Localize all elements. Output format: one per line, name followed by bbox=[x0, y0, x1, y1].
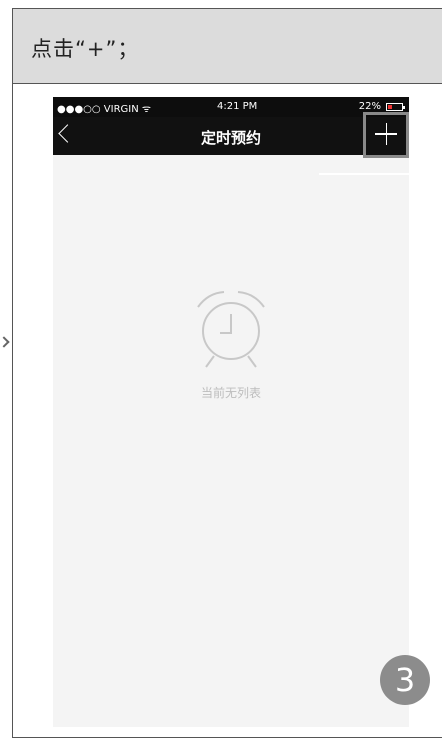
page-title: 定时预约 bbox=[200, 129, 261, 147]
instruction-header: 点击“+”； bbox=[13, 9, 442, 84]
battery-percent: 22% bbox=[358, 101, 381, 112]
step-number-badge: 3 bbox=[380, 655, 430, 705]
nav-bar: 定时预约 bbox=[53, 117, 409, 175]
carrier-label: ●●●○○ VIRGIN ᯤ bbox=[57, 104, 152, 115]
instruction-text: 点击“+”； bbox=[31, 37, 140, 61]
phone-screen: ●●●○○ VIRGIN ᯤ 4:21 PM 22% 定时预约 当前无列表 bbox=[53, 97, 409, 727]
status-time: 4:21 PM bbox=[217, 101, 258, 112]
battery-icon bbox=[386, 103, 405, 111]
add-button[interactable] bbox=[363, 112, 409, 158]
chevron-right-icon bbox=[0, 336, 10, 348]
alarm-clock-icon bbox=[197, 291, 265, 368]
status-bar: ●●●○○ VIRGIN ᯤ 4:21 PM 22% bbox=[53, 97, 409, 117]
empty-state-text: 当前无列表 bbox=[200, 386, 261, 400]
nav-underline bbox=[319, 173, 409, 175]
